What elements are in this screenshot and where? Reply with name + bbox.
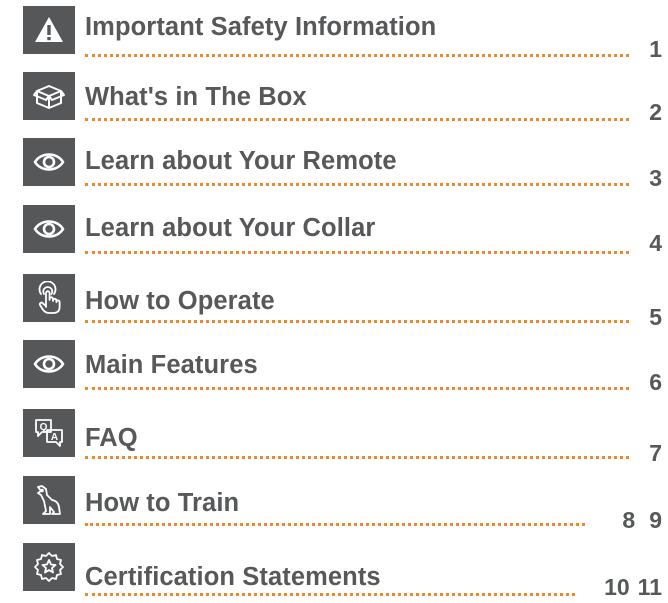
toc-row-safety[interactable]: Important Safety Information 1 bbox=[0, 6, 668, 66]
toc-title: Certification Statements bbox=[85, 563, 381, 591]
dotted-leader bbox=[85, 183, 629, 186]
certificate-badge-icon bbox=[23, 543, 75, 591]
svg-text:Q: Q bbox=[40, 422, 48, 433]
toc-title: What's in The Box bbox=[85, 83, 307, 111]
page-number: 10 bbox=[604, 574, 630, 600]
page-number: 2 bbox=[649, 99, 662, 125]
page-number: 11 bbox=[637, 574, 662, 600]
page-number: 1 bbox=[649, 36, 662, 62]
dotted-leader bbox=[85, 387, 629, 390]
toc-row-train[interactable]: How to Train 89 bbox=[0, 476, 668, 536]
toc-row-operate[interactable]: How to Operate 5 bbox=[0, 274, 668, 334]
box-icon bbox=[23, 72, 75, 120]
toc-row-certification[interactable]: Certification Statements 10 11 bbox=[0, 543, 668, 603]
dotted-leader bbox=[85, 251, 629, 254]
toc-title: Learn about Your Collar bbox=[85, 214, 376, 242]
page-number: 6 bbox=[649, 369, 662, 395]
page-numbers: 89 bbox=[622, 507, 662, 534]
warning-icon bbox=[23, 6, 75, 54]
toc-row-remote[interactable]: Learn about Your Remote 3 bbox=[0, 138, 668, 198]
eye-icon bbox=[23, 138, 75, 186]
dotted-leader bbox=[85, 523, 585, 526]
toc-title: Important Safety Information bbox=[85, 13, 437, 41]
dog-icon bbox=[23, 476, 75, 524]
toc-title: Main Features bbox=[85, 351, 258, 379]
page-number: 7 bbox=[649, 440, 662, 466]
toc-title: How to Train bbox=[85, 489, 240, 517]
page-number: 3 bbox=[649, 165, 662, 191]
toc-title: Learn about Your Remote bbox=[85, 147, 397, 175]
toc-title: FAQ bbox=[85, 424, 138, 452]
toc-row-collar[interactable]: Learn about Your Collar 4 bbox=[0, 205, 668, 265]
svg-text:A: A bbox=[51, 432, 58, 443]
dotted-leader bbox=[85, 320, 629, 323]
page-number: 8 bbox=[622, 507, 636, 533]
eye-icon bbox=[23, 340, 75, 388]
qa-chat-icon: Q A bbox=[23, 409, 75, 457]
toc-row-features[interactable]: Main Features 6 bbox=[0, 340, 668, 400]
toc-row-faq[interactable]: Q A FAQ 7 bbox=[0, 409, 668, 469]
toc-title: How to Operate bbox=[85, 287, 275, 315]
dotted-leader bbox=[85, 54, 629, 57]
toc-row-box[interactable]: What's in The Box 2 bbox=[0, 72, 668, 132]
page-number: 5 bbox=[649, 304, 662, 330]
page-numbers: 10 11 bbox=[604, 574, 662, 601]
page-number: 9 bbox=[649, 507, 662, 533]
dotted-leader bbox=[85, 593, 575, 596]
dotted-leader bbox=[85, 118, 629, 121]
eye-icon bbox=[23, 205, 75, 253]
page-number: 4 bbox=[649, 230, 662, 256]
dotted-leader bbox=[85, 456, 629, 459]
touch-hand-icon bbox=[23, 274, 75, 322]
